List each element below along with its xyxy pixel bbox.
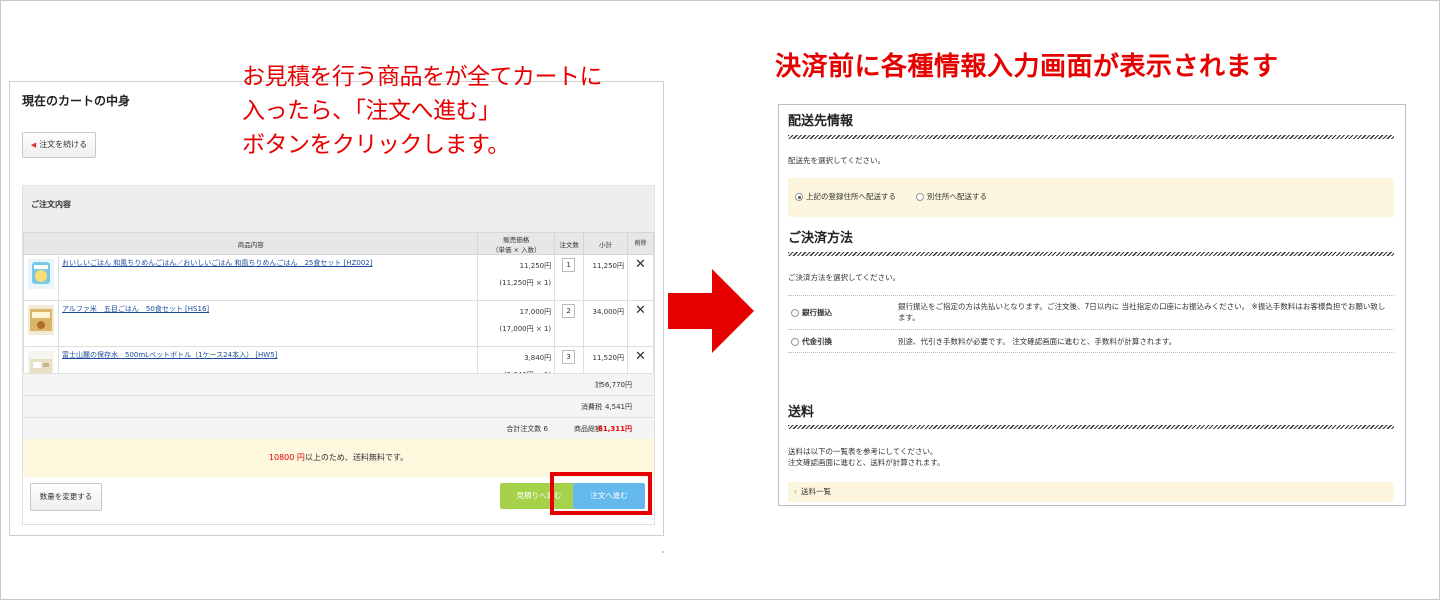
section-divider: [788, 252, 1394, 256]
order-section-title: ご注文内容: [31, 200, 71, 209]
payment-method-cod-label: 代金引換: [791, 336, 832, 347]
section-divider: [788, 135, 1394, 139]
cart-title: 現在のカートの中身: [22, 94, 131, 108]
item-price: 17,000円: [519, 308, 552, 316]
product-thumb-cell: [23, 300, 59, 347]
sum-row: 計 56,770円: [23, 373, 654, 395]
grand-total-row: 合計注文数 6 商品総額 61,311円: [23, 417, 654, 439]
shipping-note-2: 注文確認画面に進むと、送料が計算されます。: [788, 458, 945, 467]
product-link[interactable]: おいしいごはん 和風ちりめんごはん／おいしいごはん 和風ちりめんごはん 25食セ…: [62, 259, 372, 267]
delivery-option-registered[interactable]: 上記の登録住所へ配送する: [795, 191, 896, 202]
chevron-right-icon: ›: [794, 487, 797, 496]
qty-cell: 1: [554, 254, 585, 301]
bank-transfer-description: 銀行振込をご指定の方は先払いとなります。ご注文後、7日以内に 当社指定の口座にお…: [898, 302, 1386, 322]
caret-left-icon: ◀: [30, 141, 37, 149]
delivery-prompt: 配送先を選択してください。: [788, 156, 886, 165]
grand-total-value: 61,311円: [597, 425, 632, 433]
item-subtotal: 11,520円: [592, 354, 625, 362]
shipping-title: 送料: [788, 405, 815, 420]
item-unit-price: (11,250円 × 1): [499, 279, 552, 287]
delivery-option-other[interactable]: 別住所へ配送する: [916, 191, 987, 202]
payment-method-bank-label: 銀行振込: [791, 307, 832, 318]
header-product: 商品内容: [22, 232, 479, 255]
delivery-option-other-label: 別住所へ配送する: [927, 192, 987, 201]
payment-title: ご決済方法: [788, 231, 854, 246]
order-count-label: 合計注文数 6: [506, 425, 548, 433]
shipping-fee-list[interactable]: › 送料一覧: [788, 482, 1394, 502]
rice-pouch-thumbnail: [28, 259, 54, 289]
section-divider: [788, 425, 1394, 429]
cod-name: 代金引換: [802, 337, 832, 346]
cod-description: 別途、代引き手数料が必要です。 注文確認画面に進むと、手数料が計算されます。: [898, 337, 1177, 346]
price-cell: 11,250円 (11,250円 × 1): [477, 254, 556, 301]
item-price: 3,840円: [524, 354, 552, 362]
payment-prompt: ご決済方法を選択してください。: [788, 273, 901, 282]
delete-cell: ✕: [627, 300, 654, 347]
item-price: 11,250円: [519, 262, 552, 270]
continue-shopping-label: 注文を続ける: [39, 140, 88, 149]
instruction-line-1: お見積を行う商品をが全てカートに: [242, 64, 603, 90]
free-shipping-amount: 10800 円: [268, 453, 305, 462]
table-row: おいしいごはん 和風ちりめんごはん／おいしいごはん 和風ちりめんごはん 25食セ…: [23, 254, 654, 301]
rice-box-thumbnail: [28, 305, 54, 335]
update-quantity-button[interactable]: 数量を変更する: [30, 483, 102, 511]
highlight-box: [550, 472, 652, 515]
delivery-title: 配送先情報: [788, 114, 854, 129]
shipping-fee-list-link[interactable]: 送料一覧: [801, 487, 831, 496]
product-link[interactable]: アルファ米 五目ごはん 50食セット [HS16]: [62, 305, 209, 313]
delete-icon[interactable]: ✕: [631, 350, 650, 364]
subtotal-cell: 34,000円: [583, 300, 628, 347]
delivery-options: 上記の登録住所へ配送する 別住所へ配送する: [788, 178, 1394, 217]
header-price-line2: （単価 × 入数）: [491, 245, 541, 254]
qty-cell: 2: [554, 300, 585, 347]
table-row: アルファ米 五目ごはん 50食セット [HS16] 17,000円 (17,000…: [23, 300, 654, 347]
checkout-panel: 配送先情報 配送先を選択してください。 上記の登録住所へ配送する 別住所へ配送す…: [778, 104, 1406, 506]
free-shipping-text: 以上のため、送料無料です。: [304, 453, 409, 462]
subtotal-cell: 11,250円: [583, 254, 628, 301]
shipping-note-1: 送料は以下の一覧表を参考にしてください。: [788, 447, 938, 456]
result-caption: 決済前に各種情報入力画面が表示されます: [775, 52, 1279, 82]
radio-icon[interactable]: [791, 309, 799, 317]
radio-icon[interactable]: [791, 338, 799, 346]
tax-value: 4,541円: [604, 403, 632, 411]
cart-items-table: 商品内容 販売価格 （単価 × 入数） 注文数 小計 削除 おいしいごはん 和風ち…: [22, 232, 654, 393]
instruction-line-2: 入ったら、「注文へ進む」: [242, 98, 501, 124]
header-delete: 削除: [627, 232, 654, 255]
tax-label: 消費税: [581, 403, 602, 411]
product-name-cell: アルファ米 五目ごはん 50食セット [HS16]: [57, 300, 479, 347]
item-subtotal: 34,000円: [592, 308, 625, 316]
tax-row: 消費税 4,541円: [23, 395, 654, 417]
product-link[interactable]: 富士山麓の保存水 500mLペットボトル（1ケース24本入） [HW5]: [62, 351, 277, 359]
delivery-option-registered-label: 上記の登録住所へ配送する: [806, 192, 896, 201]
header-price-line1: 販売価格: [503, 235, 530, 244]
product-name-cell: おいしいごはん 和風ちりめんごはん／おいしいごはん 和風ちりめんごはん 25食セ…: [57, 254, 479, 301]
order-section-header: ご注文内容: [23, 186, 654, 232]
delete-cell: ✕: [627, 254, 654, 301]
item-subtotal: 11,250円: [592, 262, 625, 270]
bank-transfer-name: 銀行振込: [802, 308, 832, 317]
sum-value: 56,770円: [600, 381, 633, 389]
header-price: 販売価格 （単価 × 入数）: [477, 232, 556, 255]
radio-selected-icon[interactable]: [795, 193, 803, 201]
arrow-right-icon: [668, 269, 754, 353]
product-thumb-cell: [23, 254, 59, 301]
delete-icon[interactable]: ✕: [631, 304, 650, 318]
quantity-input[interactable]: 1: [562, 258, 576, 272]
instruction-text: お見積を行う商品をが全てカートに 入ったら、「注文へ進む」 ボタンをクリックしま…: [242, 60, 682, 162]
instruction-line-3: ボタンをクリックします。: [242, 132, 510, 158]
delete-icon[interactable]: ✕: [631, 258, 650, 272]
continue-shopping-button[interactable]: ◀ 注文を続ける: [22, 132, 96, 158]
price-cell: 17,000円 (17,000円 × 1): [477, 300, 556, 347]
stray-dot: [662, 551, 664, 553]
header-qty: 注文数: [554, 232, 585, 255]
payment-method-bank[interactable]: 銀行振込 銀行振込をご指定の方は先払いとなります。ご注文後、7日以内に 当社指定…: [788, 295, 1394, 330]
payment-method-cod[interactable]: 代金引換 別途、代引き手数料が必要です。 注文確認画面に進むと、手数料が計算され…: [788, 329, 1394, 353]
quantity-input[interactable]: 3: [562, 350, 576, 364]
item-unit-price: (17,000円 × 1): [499, 325, 552, 333]
header-subtotal: 小計: [583, 232, 628, 255]
radio-icon[interactable]: [916, 193, 924, 201]
table-header-row: 商品内容 販売価格 （単価 × 入数） 注文数 小計 削除: [22, 232, 654, 255]
quantity-input[interactable]: 2: [562, 304, 576, 318]
